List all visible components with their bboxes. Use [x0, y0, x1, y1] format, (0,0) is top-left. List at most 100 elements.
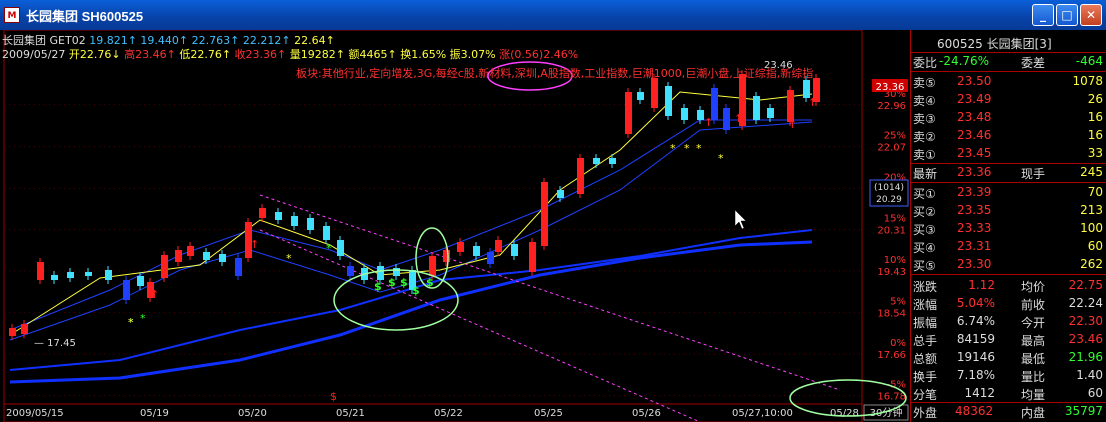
candle-body [21, 324, 28, 334]
ask-row: 卖⑤ 23.50 1078 [911, 73, 1106, 91]
ask-volume: 16 [1087, 110, 1103, 124]
bid-label: 买③ [913, 223, 936, 237]
signal-star: * [670, 142, 676, 155]
stat-value: 84159 [956, 332, 995, 346]
buy-arrow: ↑ [734, 112, 743, 125]
candle-body [67, 272, 74, 278]
bid-price: 23.30 [957, 257, 992, 271]
candle-body [487, 252, 494, 264]
y-tick-pct: 25% [884, 131, 906, 142]
ask-volume: 26 [1087, 92, 1103, 106]
candle-body [337, 240, 344, 256]
outer-value: 48362 [955, 404, 994, 418]
candle-body [457, 242, 464, 252]
signal-dollar: $ [374, 280, 382, 293]
candle-body [723, 108, 730, 130]
stat-value: 7.18% [956, 368, 995, 382]
candle-body [105, 270, 112, 280]
stat-value: 1.12 [968, 278, 995, 292]
ask-price: 23.49 [957, 92, 992, 106]
low-label: — 17.45 [34, 338, 76, 349]
candle-body [259, 208, 266, 218]
candle-body [377, 266, 384, 280]
candle-body [473, 246, 480, 256]
bid-volume: 60 [1087, 239, 1103, 253]
stat-value: 6.74% [956, 314, 995, 328]
weibi-label: 委比 [913, 56, 938, 70]
weibi-value: -24.76% [939, 54, 990, 68]
signal-star: * [684, 142, 690, 155]
y-tick-price: 19.43 [877, 267, 906, 278]
volume-value: 量19282↑ [289, 48, 345, 61]
bid-label: 买④ [913, 241, 936, 255]
bid-row: 买① 23.39 70 [911, 184, 1106, 202]
candle-body [175, 250, 182, 262]
ask-volume: 1078 [1072, 74, 1103, 88]
kline-chart[interactable]: 30%22.9625%22.0720%21.1815%20.3110%19.43… [0, 30, 910, 422]
candle-body [123, 280, 130, 300]
indicator-line [9, 121, 813, 341]
stat-value: 1412 [964, 386, 995, 400]
latest-row: 最新 23.36 现手 245 [911, 164, 1106, 182]
stat-value: 1.40 [1076, 368, 1103, 382]
stat-label: 涨跌 [913, 280, 938, 294]
maximize-button[interactable]: □ [1056, 4, 1078, 26]
bid-price: 23.35 [957, 203, 992, 217]
candle-body [577, 158, 584, 194]
stat-label: 总额 [913, 352, 938, 366]
candle-body [9, 328, 16, 336]
candle-body [291, 216, 298, 226]
close-button[interactable]: ✕ [1080, 4, 1102, 26]
signal-star: * [718, 152, 724, 165]
ask-volume: 16 [1087, 128, 1103, 142]
stats-row: 振幅 6.74% 今开 22.30 [911, 313, 1106, 331]
now-value: 245 [1080, 165, 1103, 179]
x-tick-label: 05/21 [336, 408, 365, 419]
close-value: 收23.36↑ [234, 48, 287, 61]
change-value: 涨(0.56)2.46% [499, 48, 579, 61]
x-tick-label: 05/27,10:00 [732, 408, 793, 419]
candle-body [137, 276, 144, 286]
stat-value: 21.96 [1068, 350, 1103, 364]
ask-label: 卖④ [913, 94, 936, 108]
open-value: 开22.76↓ [68, 48, 121, 61]
chart-canvas[interactable]: 30%22.9625%22.0720%21.1815%20.3110%19.43… [0, 30, 910, 422]
outer-label: 外盘 [913, 406, 938, 420]
signal-star: * [286, 252, 292, 265]
x-tick-label: 05/20 [238, 408, 267, 419]
buy-arrow: ↑ [704, 116, 713, 129]
signal-star: * [696, 142, 702, 155]
bid-label: 买⑤ [913, 259, 936, 273]
minimize-button[interactable]: _ [1032, 4, 1054, 26]
mouse-cursor-icon [734, 209, 747, 230]
signal-star: * [128, 316, 134, 329]
signal-dollar: $ [388, 276, 396, 289]
weibi-row: 委比 -24.76% 委差 -464 [911, 53, 1106, 71]
indicator-line [9, 240, 813, 384]
ask-price: 23.50 [957, 74, 992, 88]
stats-row: 总额 19146 最低 21.96 [911, 349, 1106, 367]
candle-body [593, 158, 600, 164]
turnover-value: 换1.65% [400, 48, 447, 61]
cursor-index: (1014) [874, 183, 904, 193]
x-tick-label: 05/25 [534, 408, 563, 419]
stats-row: 分笔 1412 均量 60 [911, 385, 1106, 403]
bid-row: 买③ 23.33 100 [911, 220, 1106, 238]
x-tick-label: 05/26 [632, 408, 661, 419]
candle-body [37, 262, 44, 280]
y-tick-price: 18.54 [877, 309, 906, 320]
candle-body [753, 96, 760, 120]
window-title: 长园集团 SH600525 [26, 8, 144, 24]
buy-arrow: ↑ [808, 96, 817, 109]
inner-label: 内盘 [1021, 406, 1046, 420]
candle-body [541, 182, 548, 246]
candle-body [51, 275, 58, 280]
ask-label: 卖① [913, 148, 936, 162]
quote-panel: 600525 长园集团[3] 委比 -24.76% 委差 -464 卖⑤ 23.5… [910, 30, 1106, 422]
y-tick-pct: 15% [884, 213, 906, 224]
bid-volume: 213 [1080, 203, 1103, 217]
stat-label: 最高 [1021, 334, 1046, 348]
y-tick-price: 22.96 [877, 101, 906, 112]
candle-body [443, 250, 450, 262]
stat-label: 分笔 [913, 388, 938, 402]
